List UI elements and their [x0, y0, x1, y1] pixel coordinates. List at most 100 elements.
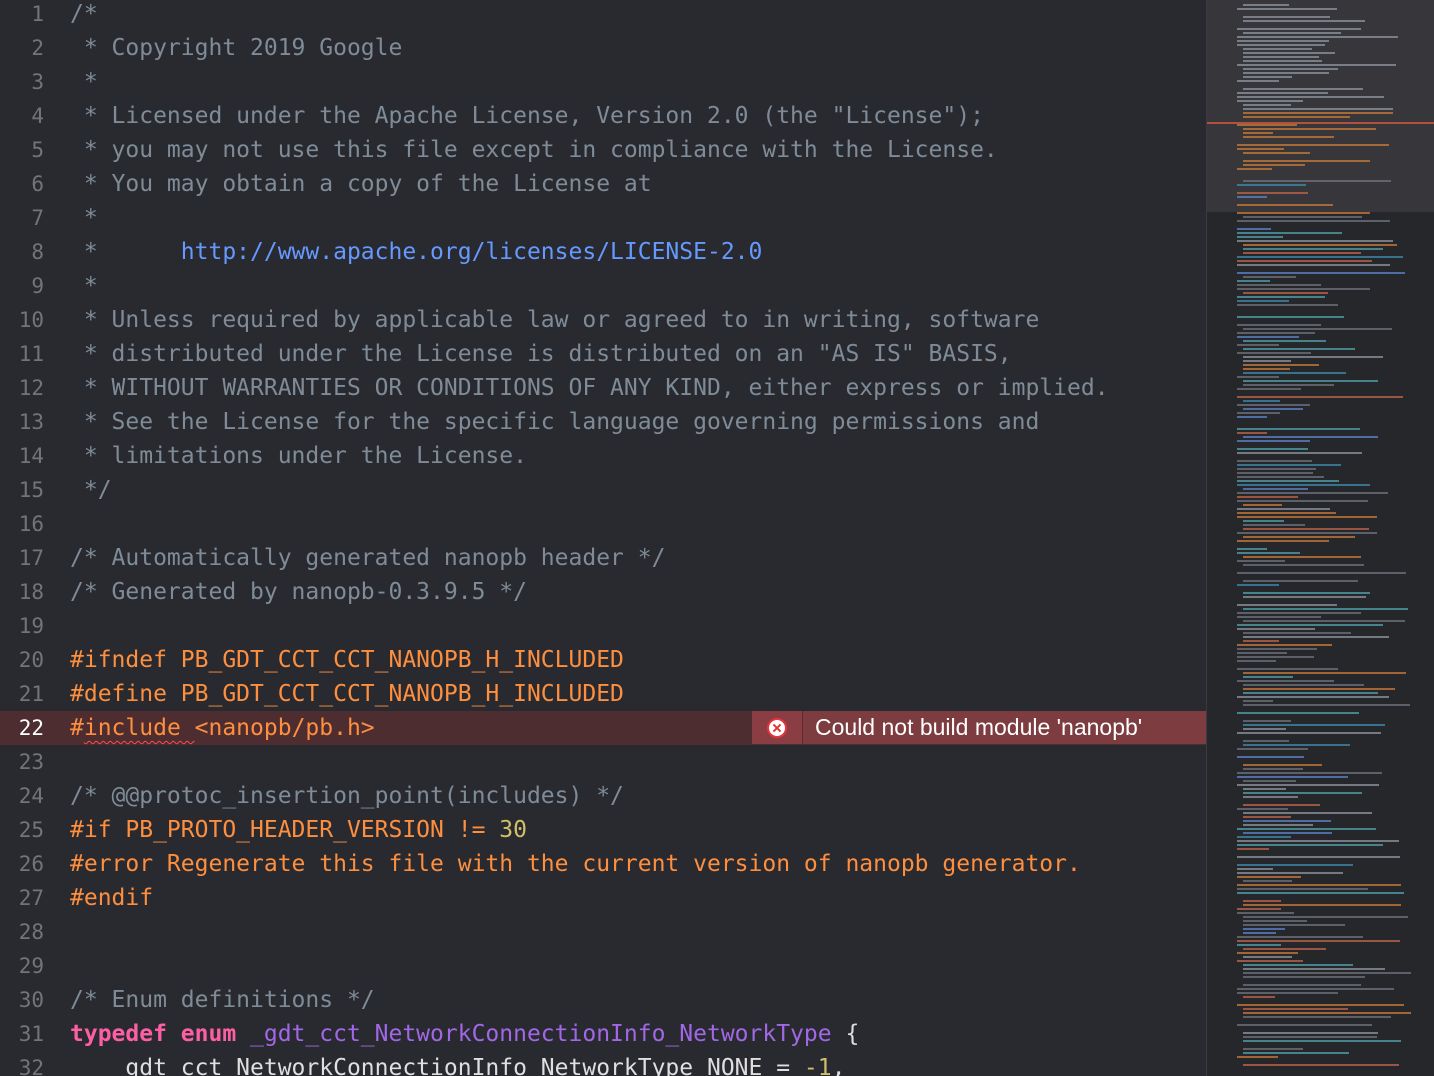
- minimap-line: [1237, 80, 1279, 82]
- code-token-number: 30: [499, 817, 527, 843]
- code-token-preproc: #define PB_GDT_CCT_CCT_NANOPB_H_INCLUDED: [70, 681, 624, 707]
- minimap-line: [1237, 584, 1279, 586]
- minimap-line: [1237, 476, 1324, 478]
- minimap-line: [1237, 480, 1339, 482]
- minimap-line: [1237, 624, 1383, 626]
- minimap-line: [1237, 856, 1400, 858]
- minimap-line: [1237, 304, 1338, 306]
- code-line[interactable]: 26 #error Regenerate this file with the c…: [0, 847, 1206, 881]
- code-editor[interactable]: 1/* 2 * Copyright 2019 Google 3 * 4 * Licen…: [0, 0, 1206, 1076]
- code-line[interactable]: 28: [0, 915, 1206, 949]
- code-line[interactable]: 27 #endif: [0, 881, 1206, 915]
- line-number: 23: [18, 750, 44, 774]
- code-line[interactable]: 29: [0, 949, 1206, 983]
- minimap-line: [1243, 88, 1363, 90]
- code-line[interactable]: 12 * WITHOUT WARRANTIES OR CONDITIONS OF…: [0, 371, 1206, 405]
- minimap-line: [1243, 364, 1319, 366]
- code-line[interactable]: 10 * Unless required by applicable law o…: [0, 303, 1206, 337]
- minimap-line: [1237, 648, 1317, 650]
- code-line[interactable]: 19: [0, 609, 1206, 643]
- code-line[interactable]: 20 #ifndef PB_GDT_CCT_CCT_NANOPB_H_INCLUD…: [0, 643, 1206, 677]
- code-text: * Copyright 2019 Google: [70, 31, 403, 65]
- minimap-line: [1237, 508, 1330, 510]
- minimap-line: [1237, 236, 1283, 238]
- minimap-line: [1243, 488, 1308, 490]
- minimap-line: [1237, 604, 1337, 606]
- code-line[interactable]: 4 * Licensed under the Apache License, V…: [0, 99, 1206, 133]
- minimap-line: [1243, 764, 1322, 766]
- minimap[interactable]: [1206, 0, 1434, 1076]
- minimap-line: [1243, 340, 1326, 342]
- code-line[interactable]: 15 */: [0, 473, 1206, 507]
- code-token-comment: * WITHOUT WARRANTIES OR CONDITIONS OF AN…: [70, 375, 1109, 401]
- code-token-comment: * Unless required by applicable law or a…: [70, 307, 1040, 333]
- code-text: * Licensed under the Apache License, Ver…: [70, 99, 984, 133]
- code-text: #ifndef PB_GDT_CCT_CCT_NANOPB_H_INCLUDED: [70, 643, 624, 677]
- code-line[interactable]: 32 gdt_cct_NetworkConnectionInfo_Network…: [0, 1051, 1206, 1076]
- code-line[interactable]: 6 * You may obtain a copy of the License…: [0, 167, 1206, 201]
- code-line[interactable]: 21 #define PB_GDT_CCT_CCT_NANOPB_H_INCLUD…: [0, 677, 1206, 711]
- code-token-comment: * limitations under the License.: [70, 443, 527, 469]
- code-line[interactable]: 31 typedef enum _gdt_cct_NetworkConnectio…: [0, 1017, 1206, 1051]
- code-line[interactable]: 13 * See the License for the specific la…: [0, 405, 1206, 439]
- minimap-line: [1243, 996, 1275, 998]
- line-number: 18: [18, 580, 44, 604]
- code-line[interactable]: 17 /* Automatically generated nanopb head…: [0, 541, 1206, 575]
- line-number: 24: [18, 784, 44, 808]
- code-token-preproc: #: [70, 715, 84, 741]
- error-icon-box[interactable]: [752, 711, 803, 744]
- minimap-line: [1237, 680, 1334, 682]
- minimap-line: [1237, 712, 1359, 714]
- minimap-line: [1237, 468, 1316, 470]
- code-line[interactable]: 8 * http://www.apache.org/licenses/LICEN…: [0, 235, 1206, 269]
- code-line[interactable]: 16: [0, 507, 1206, 541]
- minimap-line: [1237, 660, 1276, 662]
- minimap-line: [1237, 628, 1315, 630]
- error-annotation[interactable]: Could not build module 'nanopb': [752, 711, 1206, 744]
- code-token-preproc: #error Regenerate this file with the cur…: [70, 851, 1081, 877]
- minimap-line: [1243, 16, 1330, 18]
- minimap-line: [1243, 356, 1383, 358]
- code-token-type: _gdt_cct_NetworkConnectionInfo_NetworkTy…: [250, 1021, 832, 1047]
- code-line[interactable]: 24 /* @@protoc_insertion_point(includes) …: [0, 779, 1206, 813]
- minimap-line: [1237, 376, 1279, 378]
- code-line[interactable]: 9 *: [0, 269, 1206, 303]
- code-text: * You may obtain a copy of the License a…: [70, 167, 652, 201]
- code-token-comment: /* @@protoc_insertion_point(includes) */: [70, 783, 624, 809]
- code-line[interactable]: 11 * distributed under the License is di…: [0, 337, 1206, 371]
- line-number: 30: [18, 988, 44, 1012]
- code-line[interactable]: 30 /* Enum definitions */: [0, 983, 1206, 1017]
- code-line[interactable]: 25 #if PB_PROTO_HEADER_VERSION != 30: [0, 813, 1206, 847]
- code-line[interactable]: 1 /*: [0, 0, 1206, 31]
- minimap-line: [1243, 48, 1312, 50]
- minimap-line: [1237, 144, 1389, 146]
- code-line[interactable]: 18 /* Generated by nanopb-0.3.9.5 */: [0, 575, 1206, 609]
- minimap-line: [1243, 724, 1385, 726]
- minimap-line: [1243, 164, 1305, 166]
- code-line[interactable]: 3 *: [0, 65, 1206, 99]
- minimap-line: [1237, 184, 1306, 186]
- line-number: 6: [31, 172, 44, 196]
- line-number: 4: [31, 104, 44, 128]
- minimap-line: [1243, 620, 1405, 622]
- code-token-url: http://www.apache.org/licenses/LICENSE-2…: [180, 239, 763, 265]
- code-line[interactable]: 14 * limitations under the License.: [0, 439, 1206, 473]
- line-number: 9: [31, 274, 44, 298]
- code-line[interactable]: 5 * you may not use this file except in …: [0, 133, 1206, 167]
- minimap-line: [1237, 848, 1269, 850]
- code-text: * distributed under the License is distr…: [70, 337, 1012, 371]
- code-token-preproc: <nanopb/pb.h>: [194, 715, 375, 741]
- minimap-line: [1237, 868, 1273, 870]
- minimap-line: [1243, 244, 1397, 246]
- minimap-line: [1237, 912, 1294, 914]
- minimap-line: [1237, 388, 1301, 390]
- code-line[interactable]: 7 *: [0, 201, 1206, 235]
- code-line[interactable]: 2 * Copyright 2019 Google: [0, 31, 1206, 65]
- code-token-plain: {: [831, 1021, 860, 1047]
- code-line[interactable]: 23: [0, 745, 1206, 779]
- minimap-line: [1237, 836, 1291, 838]
- line-number: 21: [18, 682, 44, 706]
- minimap-line: [1243, 1048, 1303, 1050]
- line-number: 5: [31, 138, 44, 162]
- minimap-line: [1243, 384, 1334, 386]
